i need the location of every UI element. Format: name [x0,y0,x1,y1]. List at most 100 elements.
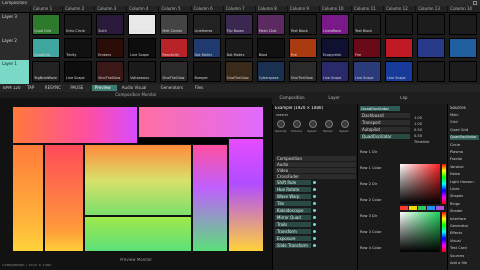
column-header[interactable]: Column 13 [415,6,447,12]
effect-toggle-icon[interactable] [313,216,316,219]
clip-thumbnail[interactable]: Reactivity [160,37,189,59]
source-item[interactable]: Shapes [450,194,479,199]
source-item[interactable]: Visual [450,239,479,244]
column-header[interactable]: Column 1 [30,6,62,12]
color-swatch[interactable] [409,206,417,210]
tempo-button[interactable]: TAP [24,85,38,91]
effect-item[interactable]: Exposure [275,236,311,241]
effect-toggle-icon[interactable] [313,209,316,212]
clip-thumbnail[interactable]: Line Scape [128,37,157,59]
layer-label[interactable]: Layer 2 [0,36,30,61]
clip-thumbnail[interactable]: Linetheres [192,14,221,35]
clip-thumbnail[interactable]: Line Scape [385,61,414,82]
color-swatch[interactable] [418,206,426,210]
clip-thumbnail[interactable]: Sixth [96,14,125,35]
clip-thumbnail[interactable]: Echo Circle [64,14,93,35]
clip-thumbnail[interactable]: Text Block [288,14,317,35]
source-item[interactable]: Light Housen [450,180,479,185]
source-item[interactable]: Grid [450,120,479,125]
effect-item[interactable]: Mirror Quad [275,215,311,220]
clip-thumbnail[interactable]: Voltaneous [128,61,157,82]
effect-toggle-icon[interactable] [313,202,316,205]
parameter-knob[interactable] [277,120,285,128]
column-header[interactable]: Column 12 [383,6,415,12]
source-item[interactable]: Shader [450,209,479,214]
clip-thumbnail[interactable]: LinesWave [320,14,349,35]
param-value[interactable]: 1.00 [414,116,422,121]
clip-thumbnail[interactable] [385,37,414,59]
clip-group-header[interactable]: Dashboard [360,113,410,118]
effect-item[interactable]: Trails [275,222,311,227]
effect-toggle-icon[interactable] [313,244,316,247]
color-picker-1[interactable] [400,164,440,204]
preview-canvas[interactable] [12,106,264,252]
param-value[interactable]: 0.50 [414,134,422,139]
clip-thumbnail[interactable]: Digital Hoop [128,14,157,35]
clip-group-header[interactable]: QuadOscillator [360,134,410,139]
effect-item[interactable]: Shift Rule [275,180,311,185]
column-header[interactable]: Column 10 [318,6,351,12]
layer-label[interactable]: Layer 1 [0,60,30,84]
clip-thumbnail[interactable]: SinoTheGlow [224,61,253,82]
effect-toggle-icon[interactable] [313,195,316,198]
clip-thumbnail[interactable] [385,14,414,35]
source-item[interactable]: Interface [450,217,479,222]
clip-thumbnail[interactable]: Line Scape [64,61,93,82]
clip-thumbnail[interactable]: Trinity [64,37,93,59]
clip-thumbnail[interactable]: Ecopyrelsh [320,37,349,59]
param-value[interactable]: 0.50 [414,128,422,133]
clip-group-header[interactable]: Autopilot [360,127,410,132]
hue-slider-2[interactable] [442,212,446,252]
effect-toggle-icon[interactable] [313,230,316,233]
maximize-icon[interactable] [473,1,477,5]
group-header[interactable]: CrossFader [275,174,356,179]
source-item[interactable]: Generator [450,224,479,229]
source-item[interactable]: Noise [450,172,479,177]
clip-thumbnail[interactable]: Blast [256,37,285,59]
column-header[interactable]: Column 14 [447,6,479,12]
source-item[interactable]: Test Card [450,246,479,251]
color-swatch[interactable] [436,206,444,210]
source-item[interactable]: Main [450,113,479,118]
source-item[interactable]: Sources [450,254,479,259]
clip-thumbnail[interactable]: Fire [288,37,317,59]
column-header[interactable]: Column 9 [286,6,319,12]
effect-toggle-icon[interactable] [313,223,316,226]
effect-item[interactable]: Transform [275,229,311,234]
source-item[interactable]: Lines [450,187,479,192]
column-header[interactable]: Column 5 [158,6,190,12]
panel-tab[interactable]: Layer [314,95,354,101]
clip-thumbnail[interactable]: Cyberspace [256,61,285,82]
tempo-button[interactable]: PAUSE [67,85,86,91]
clip-thumbnail[interactable]: TegBradWave [32,61,61,82]
color-swatch[interactable] [400,206,408,210]
clip-thumbnail[interactable] [417,14,446,35]
source-item[interactable]: Plasma [450,150,479,155]
clip-thumbnail[interactable]: QuadGrid [32,37,61,59]
bpm-readout[interactable]: BPM 120 [3,86,21,90]
clip-thumbnail[interactable]: Line Scape [353,61,382,82]
clip-thumbnail[interactable]: Dot Matrix [224,37,253,59]
clip-thumbnail[interactable]: Fire [353,37,382,59]
source-item[interactable]: Quad Grid [450,128,479,133]
column-header[interactable]: Column 7 [222,6,255,12]
source-item[interactable]: Effects [450,231,479,236]
source-item[interactable]: Circle [450,143,479,148]
effect-item[interactable]: Hue Rotate [275,187,311,192]
effect-item[interactable]: Tile [275,201,311,206]
effect-item[interactable]: Slide Transform [275,243,311,248]
clip-thumbnail[interactable]: Text Block [353,14,382,35]
clip-thumbnail[interactable] [417,61,446,82]
source-item[interactable]: Rings [450,202,479,207]
clip-thumbnail[interactable]: Bumper [192,61,221,82]
clip-thumbnail[interactable]: Line Scape [320,61,349,82]
clip-thumbnail[interactable]: SinoTheGlow [288,61,317,82]
clip-thumbnail[interactable]: Mesh Chat [256,14,285,35]
column-header[interactable]: Column 4 [126,6,158,12]
effect-toggle-icon[interactable] [313,181,316,184]
hue-slider-1[interactable] [442,164,446,204]
effect-item[interactable]: Kaleidoscope [275,208,311,213]
clip-thumbnail[interactable]: Melt Circles [160,14,189,35]
parameter-knob[interactable] [309,120,317,128]
toolbar-tab[interactable]: Audio Visual [119,85,156,91]
